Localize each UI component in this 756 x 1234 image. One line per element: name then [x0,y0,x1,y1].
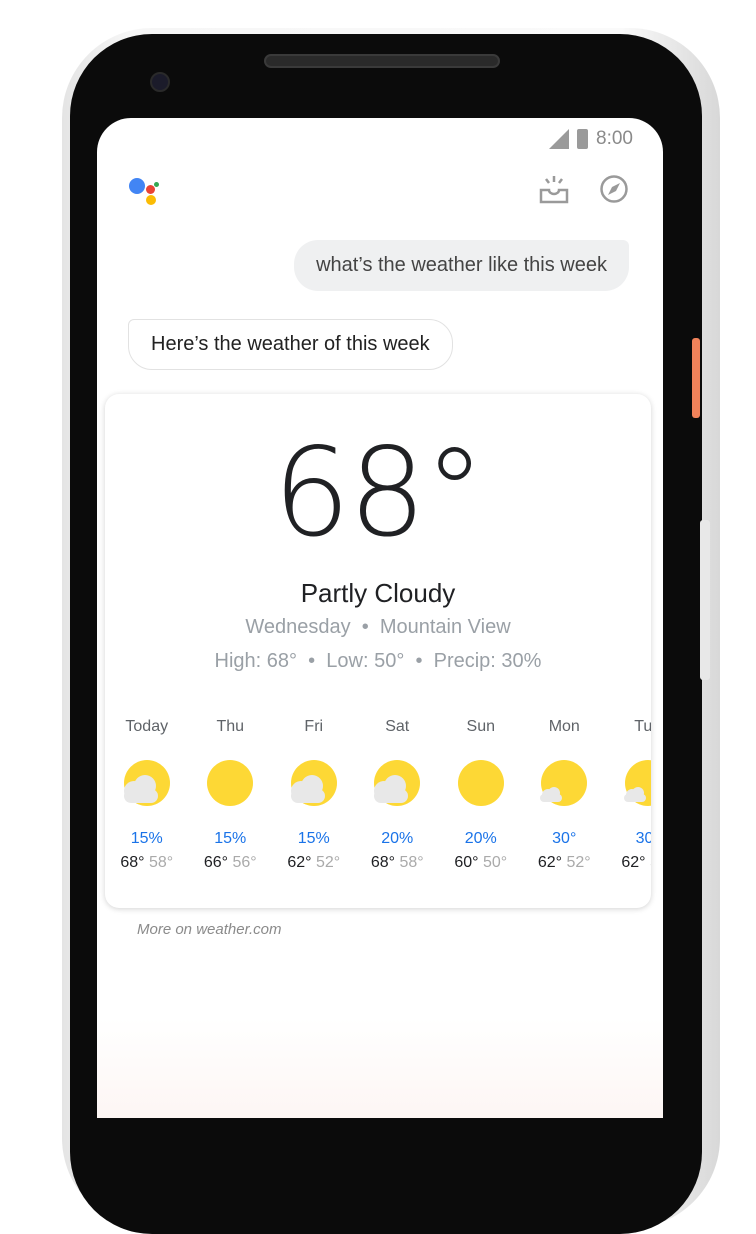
forecast-low: 58° [148,854,174,871]
current-temperature: 68° [272,422,485,564]
forecast-high: 62° [537,854,563,871]
forecast-low: 50° [482,854,508,871]
forecast-day-name: Fri [304,718,324,735]
forecast-low: 52° [566,854,591,871]
forecast-low: 52° [650,854,651,871]
status-time: 8:00 [596,128,633,149]
forecast-row[interactable]: Today 15% 68° 58° Thu 15% 66° 56° Fri 15% … [105,718,651,872]
front-camera [150,72,170,92]
forecast-day-name: Sat [385,718,410,735]
explore-compass-icon[interactable] [599,174,629,204]
high-temp: High: 68° [214,650,298,672]
volume-button [700,520,710,680]
forecast-day-name: Mon [548,718,580,735]
low-temp: Low: 50° [326,650,405,672]
forecast-day-name: Sun [466,718,495,735]
forecast-day[interactable]: Tue 30° 62° 52° [606,718,651,872]
user-message: what’s the weather like this week [294,240,629,291]
forecast-precip: 20% [464,830,497,847]
mostly-sunny-icon [606,744,651,824]
weather-card[interactable]: 68° Partly Cloudy Wednesday • Mountain V… [105,394,651,908]
forecast-high: 66° [203,854,229,871]
precip: Precip: 30% [433,650,542,672]
partly-cloudy-icon [272,744,356,824]
forecast-day[interactable]: Sat 20% 68° 58° [356,718,440,872]
forecast-low: 58° [399,854,424,871]
partly-cloudy-icon [356,744,440,824]
snapshot-inbox-icon[interactable] [539,174,569,204]
partly-cloudy-icon [105,744,189,824]
forecast-precip: 15% [297,830,330,847]
assistant-message: Here’s the weather of this week [128,319,453,370]
forecast-day-name: Today [125,718,169,735]
forecast-day[interactable]: Fri 15% 62° 52° [272,718,356,872]
forecast-precip: 30° [552,830,577,847]
forecast-precip: 20% [381,830,414,847]
forecast-precip: 15% [130,830,163,847]
signal-icon [549,129,570,149]
forecast-precip: 15% [214,830,247,847]
day-location: Wednesday • Mountain View [105,616,651,639]
forecast-high: 68° [370,854,396,871]
google-assistant-logo [127,176,167,210]
forecast-high: 60° [454,854,479,871]
weather-condition: Partly Cloudy [300,578,456,608]
separator: • [308,650,316,672]
forecast-day[interactable]: Mon 30° 62° 52° [523,718,607,872]
forecast-day-name: Tue [634,718,651,735]
forecast-low: 52° [315,854,341,871]
sunny-icon [439,744,523,824]
weather-summary: High: 68° • Low: 50° • Precip: 30% [105,650,651,673]
status-bar: 8:00 [549,128,633,150]
day-label: Wednesday [245,616,351,638]
forecast-high: 62° [621,854,646,871]
phone-screen: 8:00 what’s the weather like this week H… [97,118,663,1118]
forecast-low: 56° [232,854,257,871]
battery-icon [577,129,589,149]
forecast-day-name: Thu [216,718,245,735]
forecast-high: 68° [120,854,145,871]
sunny-icon [189,744,273,824]
forecast-high: 62° [287,854,312,871]
forecast-day[interactable]: Thu 15% 66° 56° [189,718,273,872]
phone-speaker [264,54,500,68]
mostly-sunny-icon [523,744,607,824]
weather-source-link[interactable]: More on weather.com [137,921,282,938]
separator: • [361,616,369,638]
forecast-day[interactable]: Sun 20% 60° 50° [439,718,523,872]
forecast-day[interactable]: Today 15% 68° 58° [105,718,189,872]
power-button [692,338,700,418]
forecast-precip: 30° [635,830,651,847]
location-label: Mountain View [379,616,511,638]
separator: • [415,650,423,672]
